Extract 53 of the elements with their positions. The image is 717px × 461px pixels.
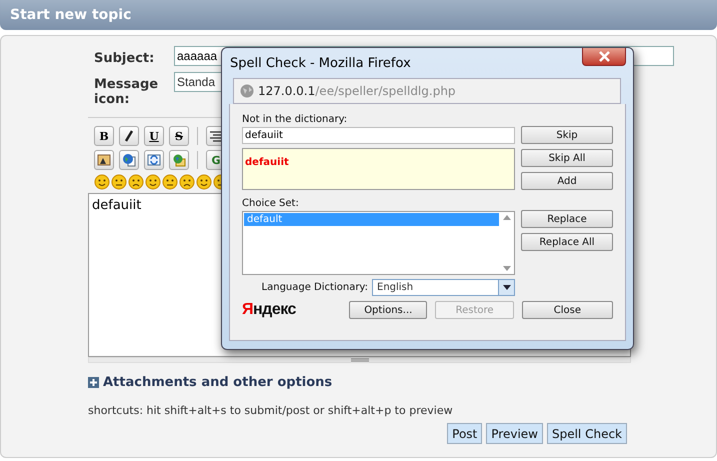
header-title: Start new topic [10,7,132,23]
dialog-button[interactable]: Skip [521,126,613,144]
globe-folder-icon [172,153,186,167]
field-label: Not in the dictionary: [242,114,348,125]
globe-icon [240,84,254,98]
globe-folder-button[interactable] [169,150,189,170]
close-button[interactable] [582,48,626,66]
scroll-down-icon[interactable] [503,266,511,271]
shortcuts-text: shortcuts: hit shift+alt+s to submit/post or shift+alt+p to preview [88,404,454,417]
strike-button[interactable]: S [169,126,189,146]
dialog-button[interactable]: Add [521,172,613,190]
submit-button[interactable]: Post [447,423,482,444]
smiley-icon[interactable] [145,174,161,190]
bold-button[interactable]: B [94,126,114,146]
submit-button[interactable]: Spell Check [546,423,627,444]
misspelled-word: defauiit [245,157,289,168]
smiley-icon[interactable] [162,174,178,190]
dialog-title: Spell Check - Mozilla Firefox [229,56,411,70]
url-text: 127.0.0.1/ee/speller/spelldlg.php [258,84,456,98]
dialog-button[interactable]: Replace All [521,233,613,251]
italic-button[interactable] [119,126,139,146]
field-label: Language Dictionary: [262,282,368,293]
plus-icon[interactable] [88,377,99,388]
dialog-button[interactable]: Replace [521,210,613,228]
language-select[interactable]: English [372,279,515,296]
field-label: Message icon: [93,76,160,107]
underline-button[interactable]: U [144,126,164,146]
smiley-icon[interactable] [179,174,195,190]
smiley-icon[interactable] [196,174,212,190]
smiley-icon[interactable] [128,174,144,190]
picture-frame-icon [97,153,111,167]
submit-button[interactable]: Preview [486,423,543,444]
dropdown-icon [502,285,510,290]
close-icon [598,51,610,62]
attachments-link[interactable]: Attachments and other options [103,375,332,390]
smiley-icon[interactable] [94,174,110,190]
align-icon [209,129,223,143]
refresh-button[interactable] [144,150,164,170]
scroll-up-icon[interactable] [503,215,511,220]
resize-handle[interactable] [88,357,631,363]
field-label: Subject: [93,50,156,66]
field-label: Choice Set: [242,198,300,209]
word-field[interactable]: defauiit [242,127,515,144]
image-button[interactable] [94,150,114,170]
refresh-icon [147,153,161,167]
smiley-icon[interactable] [111,174,127,190]
link-button[interactable] [119,150,139,170]
logo: Яндекс [242,301,297,319]
globe-document-icon [122,153,136,167]
dialog-button[interactable]: Options... [349,301,428,319]
italic-icon [122,129,136,143]
dialog-button[interactable]: Skip All [521,149,613,167]
dialog-button[interactable]: Close [522,301,613,319]
